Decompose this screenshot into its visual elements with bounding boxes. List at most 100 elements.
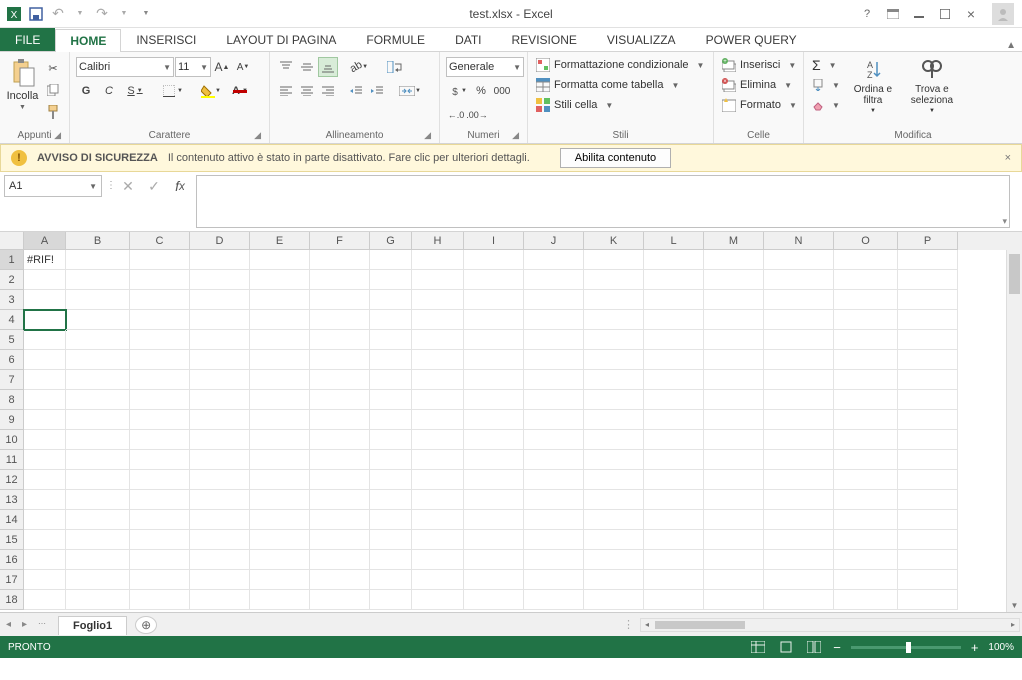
- sheet-tab-active[interactable]: Foglio1: [58, 616, 127, 635]
- align-bot-icon[interactable]: [318, 57, 338, 77]
- fx-expand-icon[interactable]: ▾: [1002, 216, 1007, 227]
- cell-O18[interactable]: [834, 590, 898, 610]
- cell-G6[interactable]: [370, 350, 412, 370]
- zoom-in-button[interactable]: +: [971, 640, 979, 655]
- cell-K17[interactable]: [584, 570, 644, 590]
- conditional-format-button[interactable]: Formattazione condizionale▼: [534, 56, 706, 74]
- cell-C5[interactable]: [130, 330, 190, 350]
- cell-J15[interactable]: [524, 530, 584, 550]
- cell-E8[interactable]: [250, 390, 310, 410]
- cell-M7[interactable]: [704, 370, 764, 390]
- vscroll-thumb[interactable]: [1009, 254, 1020, 294]
- cell-I8[interactable]: [464, 390, 524, 410]
- cell-D18[interactable]: [190, 590, 250, 610]
- cell-N13[interactable]: [764, 490, 834, 510]
- cell-A2[interactable]: [24, 270, 66, 290]
- horizontal-scrollbar[interactable]: ◂ ▸: [640, 618, 1020, 632]
- cell-F12[interactable]: [310, 470, 370, 490]
- cell-J18[interactable]: [524, 590, 584, 610]
- cell-B12[interactable]: [66, 470, 130, 490]
- cell-H7[interactable]: [412, 370, 464, 390]
- cell-H9[interactable]: [412, 410, 464, 430]
- cell-N3[interactable]: [764, 290, 834, 310]
- cell-J10[interactable]: [524, 430, 584, 450]
- cell-D10[interactable]: [190, 430, 250, 450]
- cell-L12[interactable]: [644, 470, 704, 490]
- cell-H12[interactable]: [412, 470, 464, 490]
- cell-L18[interactable]: [644, 590, 704, 610]
- cell-P7[interactable]: [898, 370, 958, 390]
- cell-P14[interactable]: [898, 510, 958, 530]
- cell-I13[interactable]: [464, 490, 524, 510]
- cell-M13[interactable]: [704, 490, 764, 510]
- cell-K6[interactable]: [584, 350, 644, 370]
- cell-N11[interactable]: [764, 450, 834, 470]
- cell-B7[interactable]: [66, 370, 130, 390]
- cell-I16[interactable]: [464, 550, 524, 570]
- sort-filter-button[interactable]: AZ Ordina e filtra▼: [848, 54, 898, 114]
- cell-K14[interactable]: [584, 510, 644, 530]
- cell-B1[interactable]: [66, 250, 130, 270]
- cell-M9[interactable]: [704, 410, 764, 430]
- format-painter-icon[interactable]: [43, 102, 63, 122]
- cell-C11[interactable]: [130, 450, 190, 470]
- cell-J8[interactable]: [524, 390, 584, 410]
- accounting-format-icon[interactable]: $▼: [446, 81, 470, 101]
- view-pagebreak-icon[interactable]: [805, 639, 823, 655]
- vertical-scrollbar[interactable]: ▲ ▼: [1006, 250, 1022, 612]
- cell-P17[interactable]: [898, 570, 958, 590]
- cell-K13[interactable]: [584, 490, 644, 510]
- cell-G15[interactable]: [370, 530, 412, 550]
- col-header-F[interactable]: F: [310, 232, 370, 250]
- cell-B4[interactable]: [66, 310, 130, 330]
- cell-I5[interactable]: [464, 330, 524, 350]
- row-header-18[interactable]: 18: [0, 590, 24, 610]
- cancel-fx-icon[interactable]: ✕: [116, 175, 140, 197]
- row-header-1[interactable]: 1: [0, 250, 24, 270]
- cell-J3[interactable]: [524, 290, 584, 310]
- delete-cells-button[interactable]: ×Elimina▼: [720, 76, 799, 94]
- cell-H17[interactable]: [412, 570, 464, 590]
- view-normal-icon[interactable]: [749, 639, 767, 655]
- cell-A11[interactable]: [24, 450, 66, 470]
- cell-J4[interactable]: [524, 310, 584, 330]
- scroll-left-icon[interactable]: ◂: [641, 619, 653, 631]
- add-sheet-button[interactable]: ⊕: [135, 616, 157, 634]
- cell-D4[interactable]: [190, 310, 250, 330]
- row-header-5[interactable]: 5: [0, 330, 24, 350]
- cell-I10[interactable]: [464, 430, 524, 450]
- cell-A15[interactable]: [24, 530, 66, 550]
- cell-F1[interactable]: [310, 250, 370, 270]
- cell-L16[interactable]: [644, 550, 704, 570]
- cell-A4[interactable]: [24, 310, 66, 330]
- row-header-8[interactable]: 8: [0, 390, 24, 410]
- minimize-icon[interactable]: [910, 5, 928, 23]
- underline-button[interactable]: S▼: [122, 81, 148, 101]
- cell-H11[interactable]: [412, 450, 464, 470]
- cell-B14[interactable]: [66, 510, 130, 530]
- cell-A9[interactable]: [24, 410, 66, 430]
- maximize-icon[interactable]: [936, 5, 954, 23]
- cell-K2[interactable]: [584, 270, 644, 290]
- cell-L11[interactable]: [644, 450, 704, 470]
- cell-M3[interactable]: [704, 290, 764, 310]
- cell-P12[interactable]: [898, 470, 958, 490]
- format-table-button[interactable]: Formatta come tabella▼: [534, 76, 706, 94]
- cell-N9[interactable]: [764, 410, 834, 430]
- cell-M12[interactable]: [704, 470, 764, 490]
- cell-C1[interactable]: [130, 250, 190, 270]
- cell-P9[interactable]: [898, 410, 958, 430]
- cell-P10[interactable]: [898, 430, 958, 450]
- cell-B3[interactable]: [66, 290, 130, 310]
- cell-D1[interactable]: [190, 250, 250, 270]
- collapse-ribbon-icon[interactable]: ▲: [1006, 40, 1022, 51]
- cell-L3[interactable]: [644, 290, 704, 310]
- cell-N17[interactable]: [764, 570, 834, 590]
- fill-button[interactable]: ▼: [810, 76, 842, 94]
- formula-input[interactable]: ▾: [196, 175, 1010, 228]
- cell-E15[interactable]: [250, 530, 310, 550]
- cell-B11[interactable]: [66, 450, 130, 470]
- align-launcher-icon[interactable]: ◢: [424, 130, 431, 141]
- cell-K16[interactable]: [584, 550, 644, 570]
- cut-icon[interactable]: ✂: [43, 58, 63, 78]
